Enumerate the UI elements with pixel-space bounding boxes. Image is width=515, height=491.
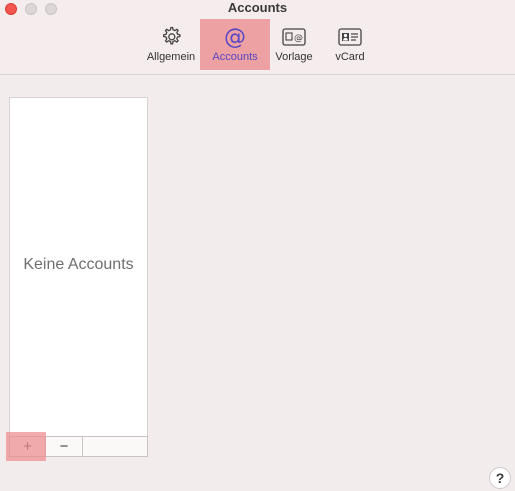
help-button[interactable]: ? <box>489 467 511 489</box>
account-list[interactable]: Keine Accounts <box>9 97 148 437</box>
contact-card-icon <box>330 24 370 50</box>
button-bar-spacer <box>83 437 147 456</box>
toolbar: Accounts Allgemein @ Accounts @ Vorlage … <box>0 0 515 75</box>
tab-allgemein-label: Allgemein <box>146 51 196 63</box>
svg-text:@: @ <box>294 34 303 44</box>
list-button-bar: + − <box>9 436 148 457</box>
tab-vorlage[interactable]: @ Vorlage <box>271 19 317 70</box>
tab-accounts-label: Accounts <box>212 51 258 63</box>
remove-account-button[interactable]: − <box>46 437 83 456</box>
tab-vcard[interactable]: vCard <box>330 19 370 70</box>
add-account-button[interactable]: + <box>10 437 46 456</box>
gear-icon <box>143 24 199 50</box>
tab-vorlage-label: Vorlage <box>275 51 313 63</box>
empty-list-label: Keine Accounts <box>23 256 134 273</box>
window-title: Accounts <box>227 0 288 15</box>
preferences-window: Accounts Allgemein @ Accounts @ Vorlage … <box>0 0 515 491</box>
svg-text:@: @ <box>224 25 246 50</box>
at-sign-icon: @ <box>200 24 270 50</box>
tab-vcard-label: vCard <box>335 51 365 63</box>
tab-allgemein[interactable]: Allgemein <box>143 19 199 70</box>
tab-accounts[interactable]: @ Accounts <box>200 19 270 70</box>
template-icon: @ <box>271 24 317 50</box>
